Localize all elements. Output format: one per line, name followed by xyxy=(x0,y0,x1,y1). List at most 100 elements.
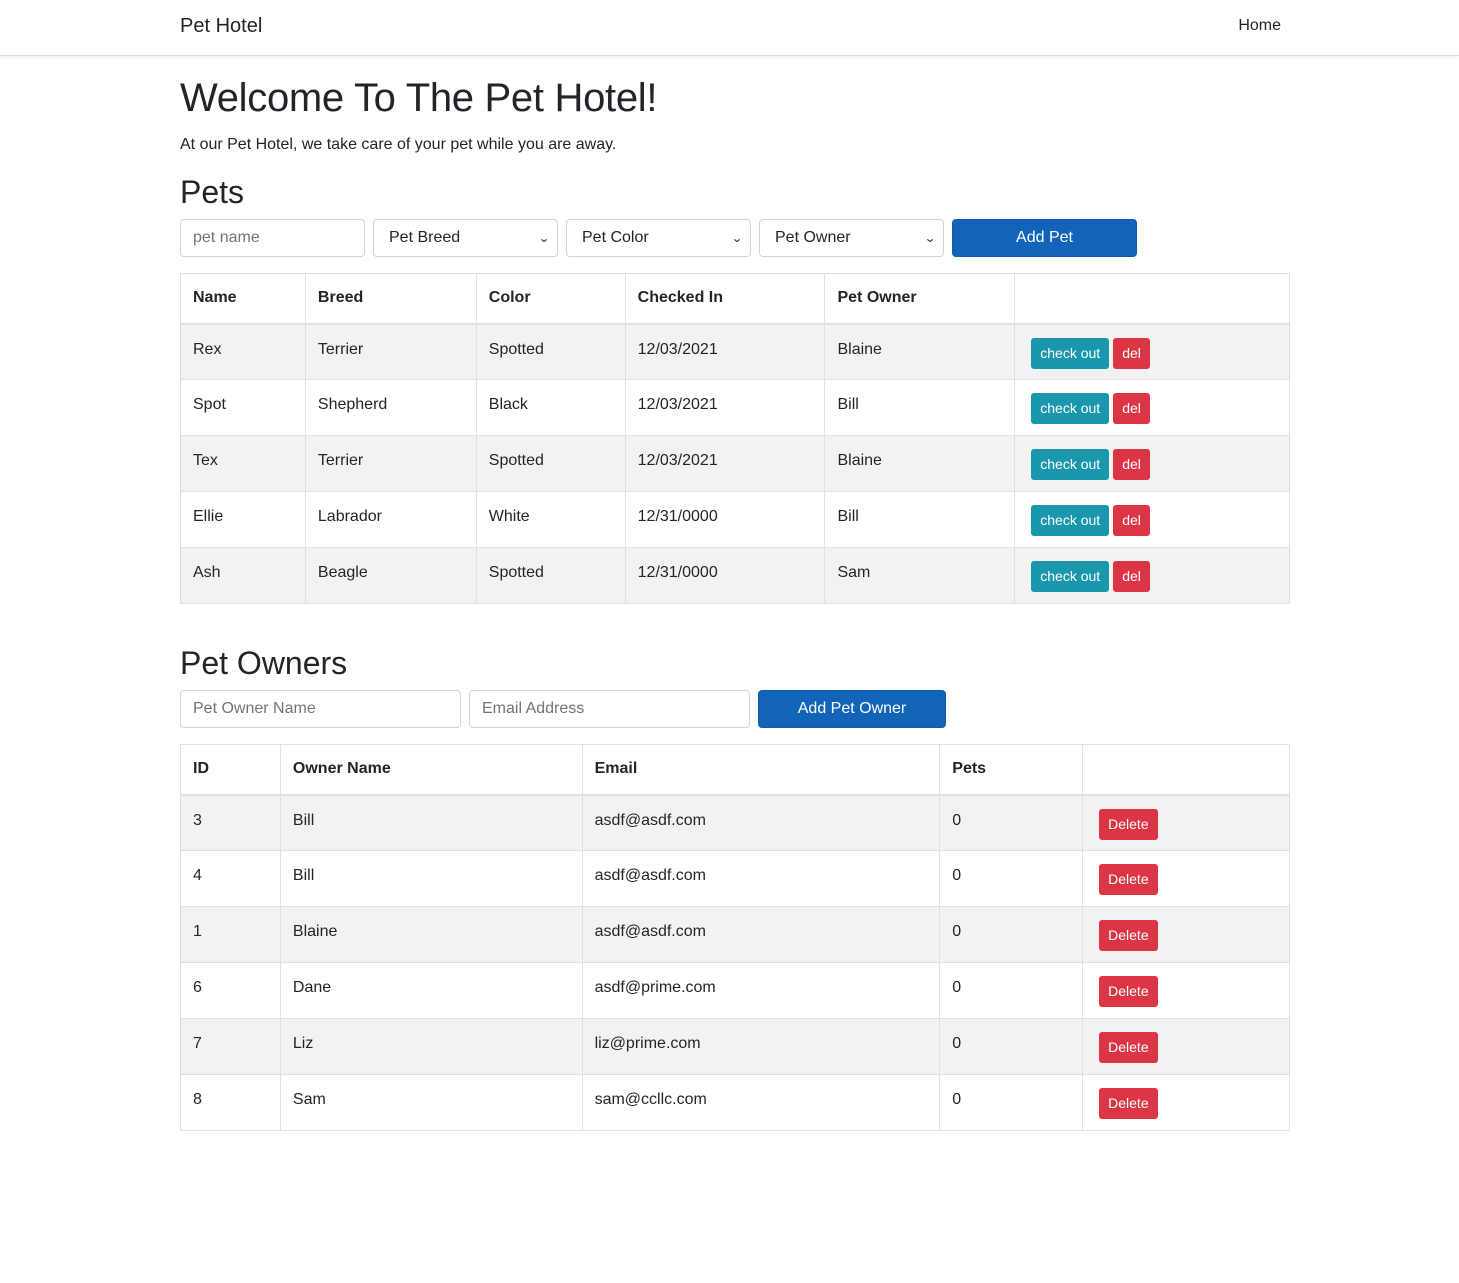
owner-name-input[interactable] xyxy=(180,690,461,728)
pet-owners-table: ID Owner Name Email Pets 3 Bill asdf@asd… xyxy=(180,744,1290,1131)
delete-owner-button[interactable]: Delete xyxy=(1099,920,1158,951)
pet-owners-heading: Pet Owners xyxy=(180,645,348,681)
owner-pets-cell: 0 xyxy=(939,794,1084,851)
delete-owner-button[interactable]: Delete xyxy=(1099,1032,1158,1063)
page-title: Welcome To The Pet Hotel! xyxy=(180,76,658,120)
pet-breed-select[interactable]: Pet Breed ⌄ xyxy=(373,219,558,257)
pet-actions-cell: check out del xyxy=(1014,323,1290,380)
pet-owner-cell: Blaine xyxy=(824,323,1016,380)
navbar: Pet Hotel Home xyxy=(0,0,1459,56)
owner-pets-cell: 0 xyxy=(939,906,1084,963)
owner-pets-cell: 0 xyxy=(939,1018,1084,1075)
owner-id-cell: 8 xyxy=(180,1074,281,1131)
pet-actions-cell: check out del xyxy=(1014,491,1290,548)
owner-actions-cell: Delete xyxy=(1082,962,1290,1019)
pet-color-select[interactable]: Pet Color ⌄ xyxy=(566,219,751,257)
check-out-button[interactable]: check out xyxy=(1031,393,1110,424)
table-row: Tex Terrier Spotted 12/03/2021 Blaine ch… xyxy=(180,435,1290,492)
pet-breed-cell: Shepherd xyxy=(304,379,477,436)
owner-id-cell: 6 xyxy=(180,962,281,1019)
brand-title[interactable]: Pet Hotel xyxy=(180,15,262,38)
table-row: Spot Shepherd Black 12/03/2021 Bill chec… xyxy=(180,379,1290,436)
delete-owner-button[interactable]: Delete xyxy=(1099,864,1158,895)
delete-pet-button[interactable]: del xyxy=(1113,393,1150,424)
pet-checked-in-cell: 12/03/2021 xyxy=(624,435,826,492)
chevron-down-icon: ⌄ xyxy=(537,231,551,245)
owner-pets-cell: 0 xyxy=(939,962,1084,1019)
column-header: ID xyxy=(180,744,281,796)
table-row: Ellie Labrador White 12/31/0000 Bill che… xyxy=(180,491,1290,548)
table-row: 7 Liz liz@prime.com 0 Delete xyxy=(180,1018,1290,1075)
owner-name-cell: Bill xyxy=(279,794,583,851)
main-container: Welcome To The Pet Hotel! At our Pet Hot… xyxy=(180,56,1290,1131)
owner-email-cell: asdf@asdf.com xyxy=(581,906,941,963)
column-header: Pets xyxy=(939,744,1084,796)
column-header xyxy=(1014,273,1290,325)
pet-checked-in-cell: 12/03/2021 xyxy=(624,379,826,436)
pet-checked-in-cell: 12/31/0000 xyxy=(624,547,826,604)
table-row: Rex Terrier Spotted 12/03/2021 Blaine ch… xyxy=(180,323,1290,380)
pet-color-cell: Spotted xyxy=(475,547,626,604)
table-row: Ash Beagle Spotted 12/31/0000 Sam check … xyxy=(180,547,1290,604)
owner-actions-cell: Delete xyxy=(1082,794,1290,851)
pet-color-cell: Spotted xyxy=(475,323,626,380)
check-out-button[interactable]: check out xyxy=(1031,337,1110,369)
owner-id-cell: 4 xyxy=(180,850,281,907)
owner-email-cell: asdf@asdf.com xyxy=(581,794,941,851)
nav-home-link[interactable]: Home xyxy=(1238,17,1281,35)
table-row: 4 Bill asdf@asdf.com 0 Delete xyxy=(180,850,1290,907)
add-owner-form: Add Pet Owner xyxy=(180,690,1290,728)
pets-table: Name Breed Color Checked In Pet Owner Re… xyxy=(180,273,1290,604)
delete-owner-button[interactable]: Delete xyxy=(1099,976,1158,1007)
delete-owner-button[interactable]: Delete xyxy=(1099,1088,1158,1119)
pet-checked-in-cell: 12/31/0000 xyxy=(624,491,826,548)
column-header: Owner Name xyxy=(279,744,583,796)
pet-owner-select-value: Pet Owner xyxy=(775,229,851,246)
pet-breed-cell: Labrador xyxy=(304,491,477,548)
delete-pet-button[interactable]: del xyxy=(1113,505,1150,536)
delete-pet-button[interactable]: del xyxy=(1113,449,1150,480)
chevron-down-icon: ⌄ xyxy=(923,231,937,245)
owner-pets-cell: 0 xyxy=(939,1074,1084,1131)
owner-actions-cell: Delete xyxy=(1082,906,1290,963)
table-row: 6 Dane asdf@prime.com 0 Delete xyxy=(180,962,1290,1019)
pet-owner-cell: Bill xyxy=(824,379,1016,436)
column-header: Breed xyxy=(304,273,477,325)
delete-owner-button[interactable]: Delete xyxy=(1099,808,1158,840)
owner-id-cell: 1 xyxy=(180,906,281,963)
owner-actions-cell: Delete xyxy=(1082,850,1290,907)
add-pet-owner-button[interactable]: Add Pet Owner xyxy=(758,690,946,728)
pets-heading: Pets xyxy=(180,174,245,210)
check-out-button[interactable]: check out xyxy=(1031,449,1110,480)
pet-actions-cell: check out del xyxy=(1014,547,1290,604)
owner-email-cell: asdf@asdf.com xyxy=(581,850,941,907)
pet-owner-select[interactable]: Pet Owner ⌄ xyxy=(759,219,944,257)
owner-email-cell: liz@prime.com xyxy=(581,1018,941,1075)
owner-name-cell: Sam xyxy=(279,1074,583,1131)
pet-name-cell: Spot xyxy=(180,379,306,436)
add-pet-form: Pet Breed ⌄ Pet Color ⌄ Pet Owner ⌄ Add … xyxy=(180,219,1290,257)
delete-pet-button[interactable]: del xyxy=(1113,337,1150,369)
owner-actions-cell: Delete xyxy=(1082,1018,1290,1075)
pet-name-cell: Ellie xyxy=(180,491,306,548)
pet-name-input[interactable] xyxy=(180,219,365,257)
pet-color-select-value: Pet Color xyxy=(582,229,649,246)
owner-id-cell: 3 xyxy=(180,794,281,851)
owner-email-input[interactable] xyxy=(469,690,750,728)
table-row: 1 Blaine asdf@asdf.com 0 Delete xyxy=(180,906,1290,963)
pet-owner-cell: Bill xyxy=(824,491,1016,548)
column-header: Pet Owner xyxy=(824,273,1016,325)
pet-name-cell: Tex xyxy=(180,435,306,492)
pet-owner-cell: Sam xyxy=(824,547,1016,604)
check-out-button[interactable]: check out xyxy=(1031,561,1110,592)
add-pet-button[interactable]: Add Pet xyxy=(952,219,1137,257)
pet-color-cell: Black xyxy=(475,379,626,436)
pet-breed-select-value: Pet Breed xyxy=(389,229,461,246)
table-row: 3 Bill asdf@asdf.com 0 Delete xyxy=(180,794,1290,851)
chevron-down-icon: ⌄ xyxy=(730,231,744,245)
delete-pet-button[interactable]: del xyxy=(1113,561,1150,592)
pet-name-cell: Rex xyxy=(180,323,306,380)
check-out-button[interactable]: check out xyxy=(1031,505,1110,536)
column-header: Checked In xyxy=(624,273,826,325)
pet-color-cell: Spotted xyxy=(475,435,626,492)
